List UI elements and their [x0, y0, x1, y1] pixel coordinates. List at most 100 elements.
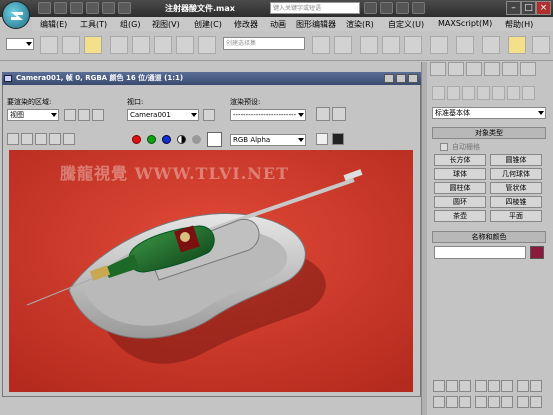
modify-tab-icon[interactable]: [448, 62, 464, 76]
rendered-frame-window-icon[interactable]: [482, 36, 500, 54]
viewport-dropdown[interactable]: Camera001: [127, 109, 199, 121]
render-production-icon[interactable]: [532, 36, 550, 54]
autogrid-checkbox[interactable]: [440, 143, 448, 151]
save-image-icon[interactable]: [7, 133, 19, 145]
copy-image-icon[interactable]: [21, 133, 33, 145]
monochrome-icon[interactable]: [192, 135, 201, 144]
unlink-icon[interactable]: [62, 36, 80, 54]
menu-help[interactable]: 帮助(H): [505, 19, 533, 30]
key-mode-icon[interactable]: [433, 396, 445, 408]
motion-tab-icon[interactable]: [484, 62, 500, 76]
render-window-close-button[interactable]: [408, 74, 418, 83]
object-type-rollout-header[interactable]: 对象类型: [432, 127, 546, 139]
render-window-minimize-button[interactable]: [384, 74, 394, 83]
environment-effects-button[interactable]: [332, 107, 346, 121]
zoom-extents-icon[interactable]: [501, 380, 513, 392]
tube-button[interactable]: 管状体: [490, 182, 542, 194]
select-link-icon[interactable]: [40, 36, 58, 54]
blue-channel-icon[interactable]: [162, 135, 171, 144]
name-color-rollout-header[interactable]: 名称和颜色: [432, 231, 546, 243]
named-selection-set-input[interactable]: 创建选择集: [223, 37, 305, 50]
toggle-ui-overlay-icon[interactable]: [316, 133, 328, 145]
green-channel-icon[interactable]: [147, 135, 156, 144]
rendered-image[interactable]: [9, 150, 413, 392]
project-folder-icon[interactable]: [118, 2, 131, 14]
layer-manager-icon[interactable]: [360, 36, 378, 54]
helpers-icon[interactable]: [492, 86, 505, 100]
toggle-ui-icon[interactable]: [332, 133, 344, 145]
goto-end-icon[interactable]: [459, 380, 471, 392]
menu-create[interactable]: 创建(C): [194, 19, 222, 30]
render-window-maximize-button[interactable]: [396, 74, 406, 83]
sphere-button[interactable]: 球体: [434, 168, 486, 180]
shapes-icon[interactable]: [447, 86, 460, 100]
minimize-button[interactable]: –: [506, 1, 521, 15]
orbit-icon[interactable]: [530, 380, 542, 392]
create-tab-icon[interactable]: [430, 62, 446, 76]
clear-image-icon[interactable]: [63, 133, 75, 145]
next-frame-icon[interactable]: [446, 380, 458, 392]
menu-graph-editors[interactable]: 图形编辑器: [296, 19, 336, 30]
maximize-button[interactable]: □: [521, 1, 536, 15]
alpha-channel-icon[interactable]: [177, 135, 186, 144]
box-button[interactable]: 长方体: [434, 154, 486, 166]
geosphere-button[interactable]: 几何球体: [490, 168, 542, 180]
help-icon[interactable]: [412, 2, 425, 14]
lights-icon[interactable]: [462, 86, 475, 100]
app-logo-icon[interactable]: [2, 1, 30, 29]
edit-region-icon[interactable]: [64, 109, 76, 121]
new-file-icon[interactable]: [38, 2, 51, 14]
time-config-icon[interactable]: [446, 396, 458, 408]
lock-viewport-icon[interactable]: [203, 109, 215, 121]
object-color-swatch[interactable]: [530, 246, 544, 259]
undo-icon[interactable]: [86, 2, 99, 14]
align-icon[interactable]: [334, 36, 352, 54]
redo-icon[interactable]: [102, 2, 115, 14]
spinner-snap-icon[interactable]: [176, 36, 194, 54]
play-icon[interactable]: [433, 380, 445, 392]
save-file-icon[interactable]: [70, 2, 83, 14]
swatch-color-icon[interactable]: [207, 132, 222, 147]
menu-group[interactable]: 组(G): [120, 19, 140, 30]
close-button[interactable]: ×: [536, 1, 551, 15]
min-max-toggle-icon[interactable]: [530, 396, 542, 408]
display-tab-icon[interactable]: [502, 62, 518, 76]
angle-snap-icon[interactable]: [132, 36, 150, 54]
menu-customize[interactable]: 自定义(U): [388, 19, 424, 30]
walk-through-icon[interactable]: [488, 396, 500, 408]
menu-views[interactable]: 视图(V): [152, 19, 180, 30]
cameras-icon[interactable]: [477, 86, 490, 100]
area-to-render-dropdown[interactable]: 视图: [7, 109, 59, 121]
search-icon[interactable]: [364, 2, 377, 14]
object-category-dropdown[interactable]: 标准基本体: [432, 107, 546, 119]
cone-button[interactable]: 圆锥体: [490, 154, 542, 166]
maximize-viewport-icon[interactable]: [517, 396, 529, 408]
red-channel-icon[interactable]: [132, 135, 141, 144]
print-image-icon[interactable]: [49, 133, 61, 145]
clone-window-icon[interactable]: [35, 133, 47, 145]
communication-center-icon[interactable]: [380, 2, 393, 14]
render-setup-icon[interactable]: [456, 36, 474, 54]
plane-button[interactable]: 平面: [490, 210, 542, 222]
region-options-icon[interactable]: [92, 109, 104, 121]
menu-maxscript[interactable]: MAXScript(M): [438, 19, 492, 28]
object-name-input[interactable]: [434, 246, 526, 259]
quick-render-icon[interactable]: [508, 36, 526, 54]
menu-edit[interactable]: 编辑(E): [40, 19, 67, 30]
geometry-icon[interactable]: [432, 86, 445, 100]
menu-animation[interactable]: 动画: [270, 19, 286, 30]
zoom-icon[interactable]: [475, 380, 487, 392]
hierarchy-tab-icon[interactable]: [466, 62, 482, 76]
teapot-button[interactable]: 茶壶: [434, 210, 486, 222]
schematic-view-icon[interactable]: [404, 36, 422, 54]
material-editor-icon[interactable]: [430, 36, 448, 54]
selection-filter-dropdown[interactable]: [6, 38, 34, 50]
menu-rendering[interactable]: 渲染(R): [346, 19, 374, 30]
dolly-icon[interactable]: [459, 396, 471, 408]
mirror-icon[interactable]: [312, 36, 330, 54]
render-preset-dropdown[interactable]: -------------------------: [230, 109, 306, 121]
menu-tools[interactable]: 工具(T): [80, 19, 107, 30]
systems-icon[interactable]: [522, 86, 535, 100]
field-of-view-icon[interactable]: [517, 380, 529, 392]
menu-modifiers[interactable]: 修改器: [234, 19, 258, 30]
